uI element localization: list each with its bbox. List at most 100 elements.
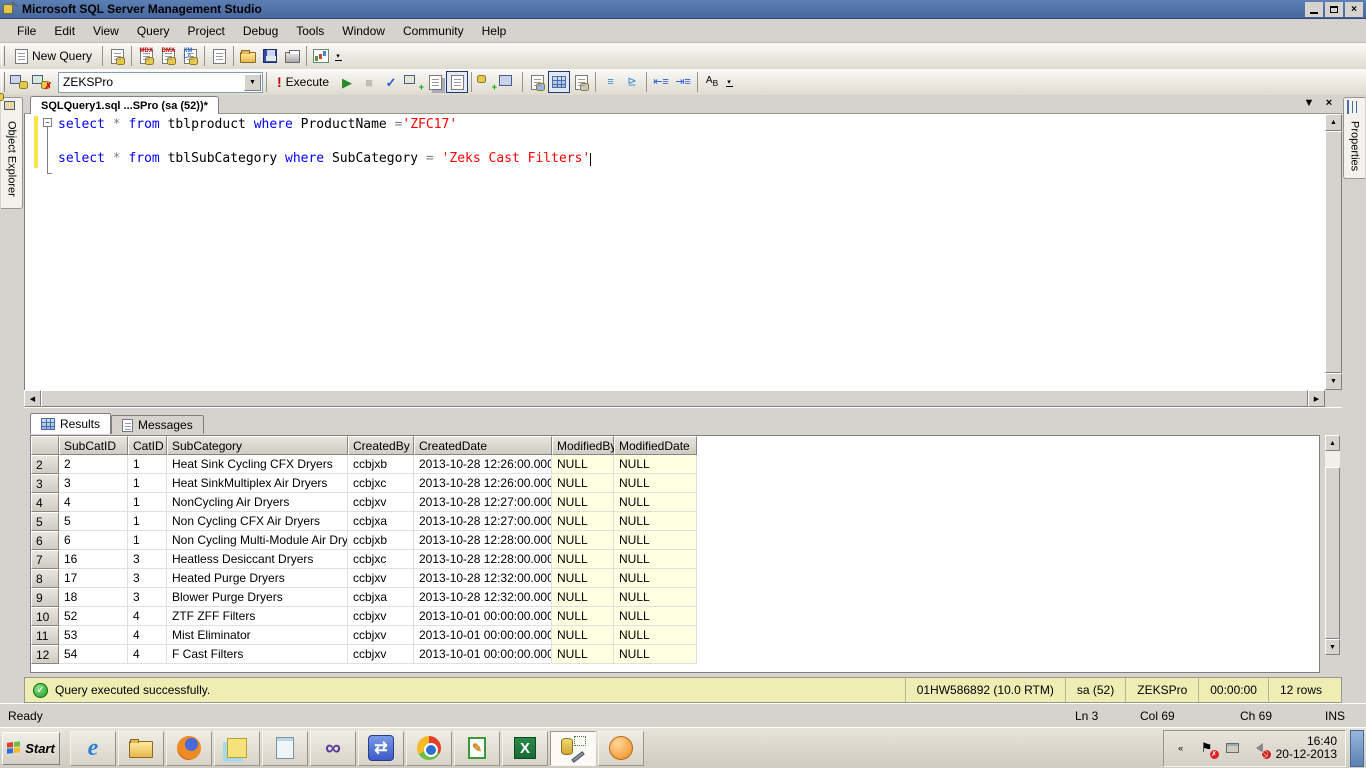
data-cell[interactable]: 3 (59, 474, 128, 493)
grid-corner-cell[interactable] (31, 436, 59, 455)
row-number-cell[interactable]: 2 (31, 455, 59, 474)
data-cell[interactable]: NULL (614, 645, 697, 664)
data-cell[interactable]: NULL (552, 588, 614, 607)
data-cell[interactable]: 4 (128, 645, 167, 664)
change-connection-button[interactable]: ✗ (30, 71, 52, 93)
parse-button[interactable]: ✓ (380, 71, 402, 93)
row-number-cell[interactable]: 3 (31, 474, 59, 493)
start-button[interactable]: Start (2, 732, 60, 765)
data-cell[interactable]: NULL (614, 474, 697, 493)
print-button[interactable] (281, 45, 303, 67)
data-cell[interactable]: ccbjxv (348, 626, 414, 645)
data-cell[interactable]: NULL (614, 588, 697, 607)
results-to-file-button[interactable] (570, 71, 592, 93)
row-number-cell[interactable]: 4 (31, 493, 59, 512)
intellisense-button[interactable]: + (475, 71, 497, 93)
toolbar-overflow-button[interactable]: ▾ (723, 72, 735, 92)
data-cell[interactable]: Blower Purge Dryers (167, 588, 348, 607)
data-cell[interactable]: Mist Eliminator (167, 626, 348, 645)
taskbar-item-sticky-notes[interactable] (214, 731, 260, 766)
column-header-createddate[interactable]: CreatedDate (414, 436, 552, 455)
data-cell[interactable]: NULL (552, 512, 614, 531)
data-cell[interactable]: ccbjxa (348, 512, 414, 531)
increase-indent-button[interactable]: ⇥≡ (672, 71, 694, 93)
data-cell[interactable]: Heatless Desiccant Dryers (167, 550, 348, 569)
restore-button[interactable] (1325, 2, 1343, 17)
data-cell[interactable]: NULL (614, 512, 697, 531)
open-file-button[interactable] (237, 45, 259, 67)
menu-debug[interactable]: Debug (234, 20, 287, 42)
data-cell[interactable]: 2013-10-28 12:26:00.000 (414, 474, 552, 493)
data-cell[interactable]: ccbjxv (348, 607, 414, 626)
data-cell[interactable]: 2013-10-28 12:32:00.000 (414, 588, 552, 607)
data-cell[interactable]: ccbjxv (348, 645, 414, 664)
data-cell[interactable]: 4 (128, 626, 167, 645)
column-header-subcategory[interactable]: SubCategory (167, 436, 348, 455)
menu-file[interactable]: File (8, 20, 45, 42)
show-desktop-button[interactable] (1350, 730, 1364, 767)
tab-messages[interactable]: Messages (111, 415, 204, 434)
taskbar-item-chrome[interactable] (406, 731, 452, 766)
data-cell[interactable]: 4 (128, 607, 167, 626)
data-cell[interactable]: ccbjxb (348, 531, 414, 550)
scroll-up-icon[interactable]: ▲ (1325, 435, 1340, 451)
data-cell[interactable]: 2013-10-01 00:00:00.000 (414, 607, 552, 626)
data-cell[interactable]: 17 (59, 569, 128, 588)
data-cell[interactable]: 2013-10-01 00:00:00.000 (414, 645, 552, 664)
active-files-dropdown-icon[interactable]: ▼ (1302, 97, 1316, 109)
toolbar-grip[interactable] (1, 72, 5, 92)
network-icon[interactable] (1224, 739, 1242, 757)
template-parameters-button[interactable]: AB (701, 71, 723, 93)
data-cell[interactable]: 2013-10-28 12:28:00.000 (414, 550, 552, 569)
data-cell[interactable]: 52 (59, 607, 128, 626)
comment-button[interactable]: ≡ (599, 71, 621, 93)
data-cell[interactable]: Heated Purge Dryers (167, 569, 348, 588)
data-cell[interactable]: 3 (128, 569, 167, 588)
sql-line[interactable]: select * from tblSubCategory where SubCa… (58, 150, 591, 167)
save-button[interactable] (259, 45, 281, 67)
taskbar-item-visual-studio[interactable]: ∞ (310, 731, 356, 766)
data-cell[interactable]: ccbjxc (348, 550, 414, 569)
data-cell[interactable]: 2013-10-28 12:27:00.000 (414, 493, 552, 512)
results-pane-toggle-button[interactable] (446, 71, 468, 93)
menu-query[interactable]: Query (128, 20, 179, 42)
execute-button[interactable]: ! Execute (270, 71, 336, 93)
close-document-icon[interactable]: × (1322, 97, 1336, 109)
database-engine-query-button[interactable] (106, 45, 128, 67)
data-cell[interactable]: 4 (59, 493, 128, 512)
taskbar-item-ssms[interactable] (550, 731, 596, 766)
menu-community[interactable]: Community (394, 20, 473, 42)
sql-line[interactable]: select * from tblproduct where ProductNa… (58, 116, 591, 133)
scroll-down-icon[interactable]: ▼ (1325, 373, 1342, 390)
taskbar-item-internet-explorer[interactable]: e (70, 731, 116, 766)
data-cell[interactable]: 16 (59, 550, 128, 569)
row-number-cell[interactable]: 12 (31, 645, 59, 664)
minimize-button[interactable] (1305, 2, 1323, 17)
data-cell[interactable]: ccbjxb (348, 455, 414, 474)
debug-button[interactable]: ▶ (336, 71, 358, 93)
new-query-button[interactable]: New Query (8, 46, 99, 67)
row-number-cell[interactable]: 11 (31, 626, 59, 645)
menu-help[interactable]: Help (473, 20, 516, 42)
editor-horizontal-scrollbar[interactable]: ◀ ▶ (24, 390, 1342, 407)
client-statistics-button[interactable] (497, 71, 519, 93)
data-cell[interactable]: ccbjxv (348, 569, 414, 588)
data-cell[interactable]: ZTF ZFF Filters (167, 607, 348, 626)
collapse-region-icon[interactable]: − (43, 118, 52, 127)
data-cell[interactable]: 1 (128, 455, 167, 474)
data-cell[interactable]: Heat Sink Cycling CFX Dryers (167, 455, 348, 474)
object-explorer-tab[interactable]: Object Explorer (1, 97, 23, 209)
data-cell[interactable]: NULL (614, 455, 697, 474)
data-cell[interactable]: 6 (59, 531, 128, 550)
estimated-plan-button[interactable]: + (402, 71, 424, 93)
data-cell[interactable]: NULL (614, 626, 697, 645)
data-cell[interactable]: NULL (614, 493, 697, 512)
taskbar-item-sync-center[interactable]: ⇄ (358, 731, 404, 766)
data-cell[interactable]: 1 (128, 474, 167, 493)
results-to-text-button[interactable] (526, 71, 548, 93)
data-cell[interactable]: NULL (552, 607, 614, 626)
toolbar-overflow-button[interactable]: ▾ (332, 46, 344, 66)
column-header-catid[interactable]: CatID (128, 436, 167, 455)
taskbar-item-windows-explorer[interactable] (118, 731, 164, 766)
activity-monitor-button[interactable] (310, 45, 332, 67)
